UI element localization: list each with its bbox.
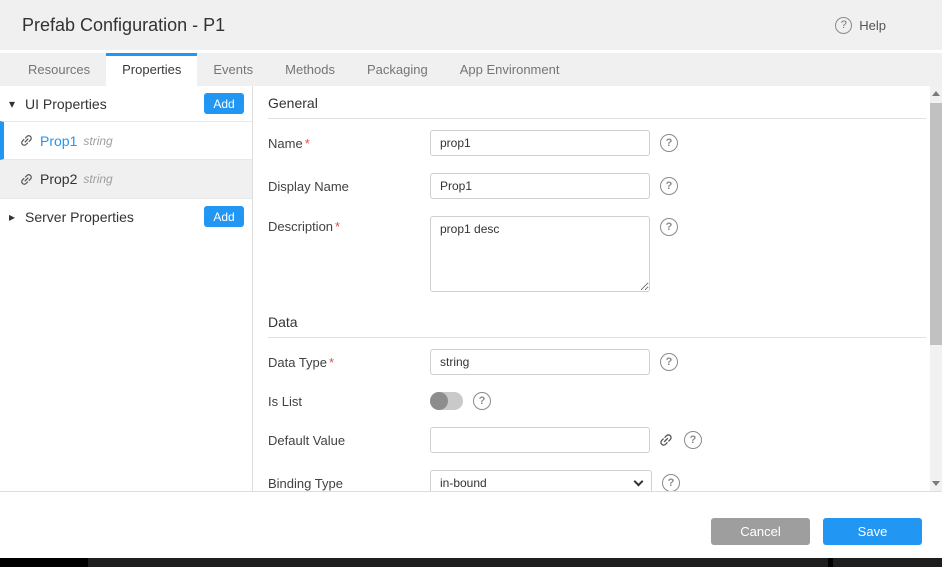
save-button[interactable]: Save xyxy=(823,518,922,545)
name-field[interactable] xyxy=(430,130,650,156)
link-icon xyxy=(655,429,678,452)
cancel-button[interactable]: Cancel xyxy=(711,518,810,545)
property-type: string xyxy=(83,172,112,186)
scrollbar-thumb[interactable] xyxy=(930,103,942,345)
help-icon[interactable]: ? xyxy=(660,353,678,371)
help-icon-glyph: ? xyxy=(841,19,847,31)
dialog-header: Prefab Configuration - P1 ? Help xyxy=(0,0,942,50)
help-label: Help xyxy=(859,18,886,33)
help-icon[interactable]: ? xyxy=(660,218,678,236)
properties-sidebar: ▾ UI Properties Add Prop1 string Prop2 s… xyxy=(0,86,253,491)
required-marker: * xyxy=(329,355,334,370)
property-form: General Name* ? Display Name ? Descripti… xyxy=(254,86,930,491)
toggle-thumb-icon xyxy=(430,392,448,410)
help-icon[interactable]: ? xyxy=(473,392,491,410)
name-label-text: Name xyxy=(268,136,303,151)
section-title-data: Data xyxy=(268,314,926,338)
data-type-label-text: Data Type xyxy=(268,355,327,370)
is-list-toggle[interactable] xyxy=(430,392,463,410)
main-area: ▾ UI Properties Add Prop1 string Prop2 s… xyxy=(0,86,942,491)
data-type-field[interactable] xyxy=(430,349,650,375)
help-icon-glyph: ? xyxy=(668,477,675,489)
property-type: string xyxy=(83,134,112,148)
tab-packaging[interactable]: Packaging xyxy=(351,53,444,86)
dialog-footer: Cancel Save xyxy=(0,491,942,558)
scroll-up-button[interactable] xyxy=(930,86,942,101)
link-icon xyxy=(16,130,37,151)
help-icon[interactable]: ? xyxy=(662,474,680,491)
vertical-scrollbar[interactable] xyxy=(930,86,942,491)
sidebar-group-ui-properties[interactable]: ▾ UI Properties Add xyxy=(0,86,252,121)
field-row-default-value: Default Value ? xyxy=(268,427,926,453)
display-name-field[interactable] xyxy=(430,173,650,199)
help-button[interactable]: ? Help xyxy=(835,0,886,50)
tab-properties[interactable]: Properties xyxy=(106,53,197,86)
ui-properties-label: UI Properties xyxy=(25,96,107,112)
sidebar-item-prop2[interactable]: Prop2 string xyxy=(0,160,252,199)
binding-type-select[interactable]: in-bound xyxy=(430,470,652,491)
field-row-name: Name* ? xyxy=(268,130,926,156)
binding-type-label: Binding Type xyxy=(268,476,430,491)
property-name: Prop1 xyxy=(40,133,77,149)
help-icon-glyph: ? xyxy=(666,221,673,233)
help-icon[interactable]: ? xyxy=(660,134,678,152)
caret-right-icon: ▸ xyxy=(9,210,25,224)
help-icon-glyph: ? xyxy=(666,356,673,368)
field-row-binding-type: Binding Type in-bound ? xyxy=(268,470,926,491)
required-marker: * xyxy=(335,219,340,234)
description-label: Description* xyxy=(268,216,430,234)
default-value-label: Default Value xyxy=(268,433,430,448)
dialog-title: Prefab Configuration - P1 xyxy=(22,15,225,36)
help-icon-glyph: ? xyxy=(666,137,673,149)
data-type-label: Data Type* xyxy=(268,355,430,370)
help-icon: ? xyxy=(835,17,852,34)
description-field[interactable]: prop1 desc xyxy=(430,216,650,292)
help-icon[interactable]: ? xyxy=(684,431,702,449)
caret-down-icon: ▾ xyxy=(9,97,25,111)
tab-resources[interactable]: Resources xyxy=(12,53,106,86)
link-icon xyxy=(16,168,37,189)
description-label-text: Description xyxy=(268,219,333,234)
field-row-description: Description* prop1 desc ? xyxy=(268,216,926,292)
help-icon-glyph: ? xyxy=(690,434,697,446)
help-icon-glyph: ? xyxy=(666,180,673,192)
add-server-property-button[interactable]: Add xyxy=(204,206,244,227)
display-name-label: Display Name xyxy=(268,179,430,194)
tab-events[interactable]: Events xyxy=(197,53,269,86)
background-strip-segment xyxy=(0,558,88,567)
scroll-up-icon xyxy=(932,91,940,96)
tab-methods[interactable]: Methods xyxy=(269,53,351,86)
add-ui-property-button[interactable]: Add xyxy=(204,93,244,114)
background-strip-segment xyxy=(828,558,833,567)
is-list-label: Is List xyxy=(268,394,430,409)
bind-value-button[interactable] xyxy=(658,432,674,448)
tab-app-environment[interactable]: App Environment xyxy=(444,53,576,86)
display-name-label-text: Display Name xyxy=(268,179,349,194)
property-name: Prop2 xyxy=(40,171,77,187)
tab-bar: Resources Properties Events Methods Pack… xyxy=(0,53,942,86)
prefab-configuration-dialog: Prefab Configuration - P1 ? Help Resourc… xyxy=(0,0,942,567)
scroll-down-icon xyxy=(932,481,940,486)
scroll-down-button[interactable] xyxy=(930,476,942,491)
field-row-display-name: Display Name ? xyxy=(268,173,926,199)
default-value-label-text: Default Value xyxy=(268,433,345,448)
name-label: Name* xyxy=(268,136,430,151)
required-marker: * xyxy=(305,136,310,151)
field-row-data-type: Data Type* ? xyxy=(268,349,926,375)
binding-type-label-text: Binding Type xyxy=(268,476,343,491)
default-value-field[interactable] xyxy=(430,427,650,453)
field-row-is-list: Is List ? xyxy=(268,392,926,410)
sidebar-group-server-properties[interactable]: ▸ Server Properties Add xyxy=(0,199,252,234)
server-properties-label: Server Properties xyxy=(25,209,134,225)
is-list-label-text: Is List xyxy=(268,394,302,409)
background-app-strip xyxy=(0,558,942,567)
section-title-general: General xyxy=(268,95,926,119)
sidebar-item-prop1[interactable]: Prop1 string xyxy=(0,121,252,160)
help-icon-glyph: ? xyxy=(479,395,486,407)
binding-type-select-wrap: in-bound xyxy=(430,470,652,491)
help-icon[interactable]: ? xyxy=(660,177,678,195)
